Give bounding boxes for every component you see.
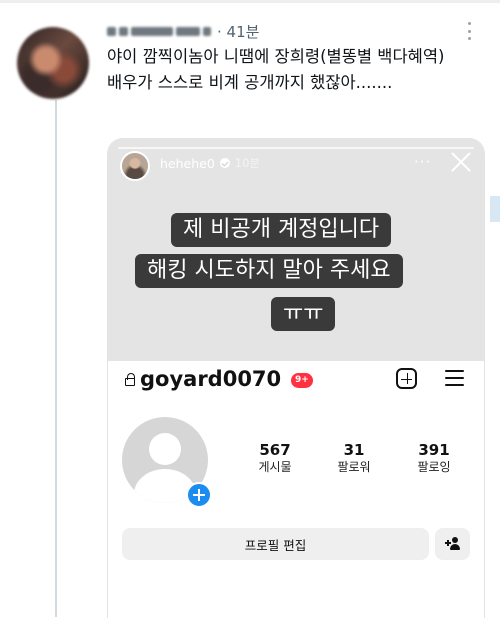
profile-handle: goyard0070 (140, 367, 282, 391)
story-progress-bar (118, 147, 474, 149)
edit-profile-label: 프로필 편집 (244, 537, 307, 553)
stat-following-value: 391 (418, 441, 450, 459)
stat-followers-value: 31 (343, 441, 365, 459)
stat-posts-label: 게시물 (258, 460, 292, 474)
person-add-icon (445, 537, 461, 551)
attached-image-card[interactable]: hehehe0 10분 ··· 제 비공개 계정입니다 해킹 시도하지 말아 주… (107, 138, 485, 618)
notification-badge: 9+ (291, 373, 313, 388)
story-more-icon: ··· (414, 153, 432, 171)
stat-followers: 31 팔로워 (319, 441, 389, 475)
story-time: 10분 (234, 156, 261, 170)
lock-icon (125, 373, 135, 386)
reply-thread-line (55, 100, 57, 617)
story-avatar (120, 151, 150, 181)
stat-posts: 567 게시물 (240, 441, 310, 475)
close-icon (450, 151, 472, 173)
tweet-timestamp[interactable]: · 41분 (217, 21, 259, 42)
check-circle-icon (219, 158, 230, 168)
side-highlight (490, 196, 500, 222)
tweet-text: 야이 깜찍이놈아 니땜에 장희령(별똥별 백다혜역) 배우가 스스로 비계 공개… (107, 47, 445, 92)
story-header: hehehe0 10분 (160, 155, 260, 171)
discover-people-button (435, 528, 470, 560)
author-avatar[interactable] (17, 27, 89, 99)
stat-following-label: 팔로잉 (417, 460, 451, 474)
story-caption-line-2: 해킹 시도하지 말아 주세요 (135, 254, 403, 288)
story-section: hehehe0 10분 ··· 제 비공개 계정입니다 해킹 시도하지 말아 주… (108, 139, 484, 361)
story-caption-line-3: ㅠㅠ (271, 297, 336, 331)
story-username: hehehe0 (160, 155, 215, 171)
profile-section: goyard0070 9+ 567 게시물 31 팔로워 391 팔로잉 프로필… (108, 361, 484, 618)
author-name-blurred[interactable] (107, 26, 211, 36)
tweet-header: · 41분 (107, 20, 259, 42)
hamburger-menu-icon (445, 370, 464, 386)
top-divider (0, 0, 500, 3)
stat-following: 391 팔로잉 (399, 441, 469, 475)
edit-profile-button: 프로필 편집 (122, 528, 429, 560)
stat-followers-label: 팔로워 (337, 460, 371, 474)
story-caption-line-1: 제 비공개 계정입니다 (171, 213, 392, 247)
stat-posts-value: 567 (259, 441, 291, 459)
add-post-icon (396, 368, 417, 389)
more-options-icon[interactable] (466, 22, 472, 40)
add-story-plus-icon (186, 482, 212, 508)
